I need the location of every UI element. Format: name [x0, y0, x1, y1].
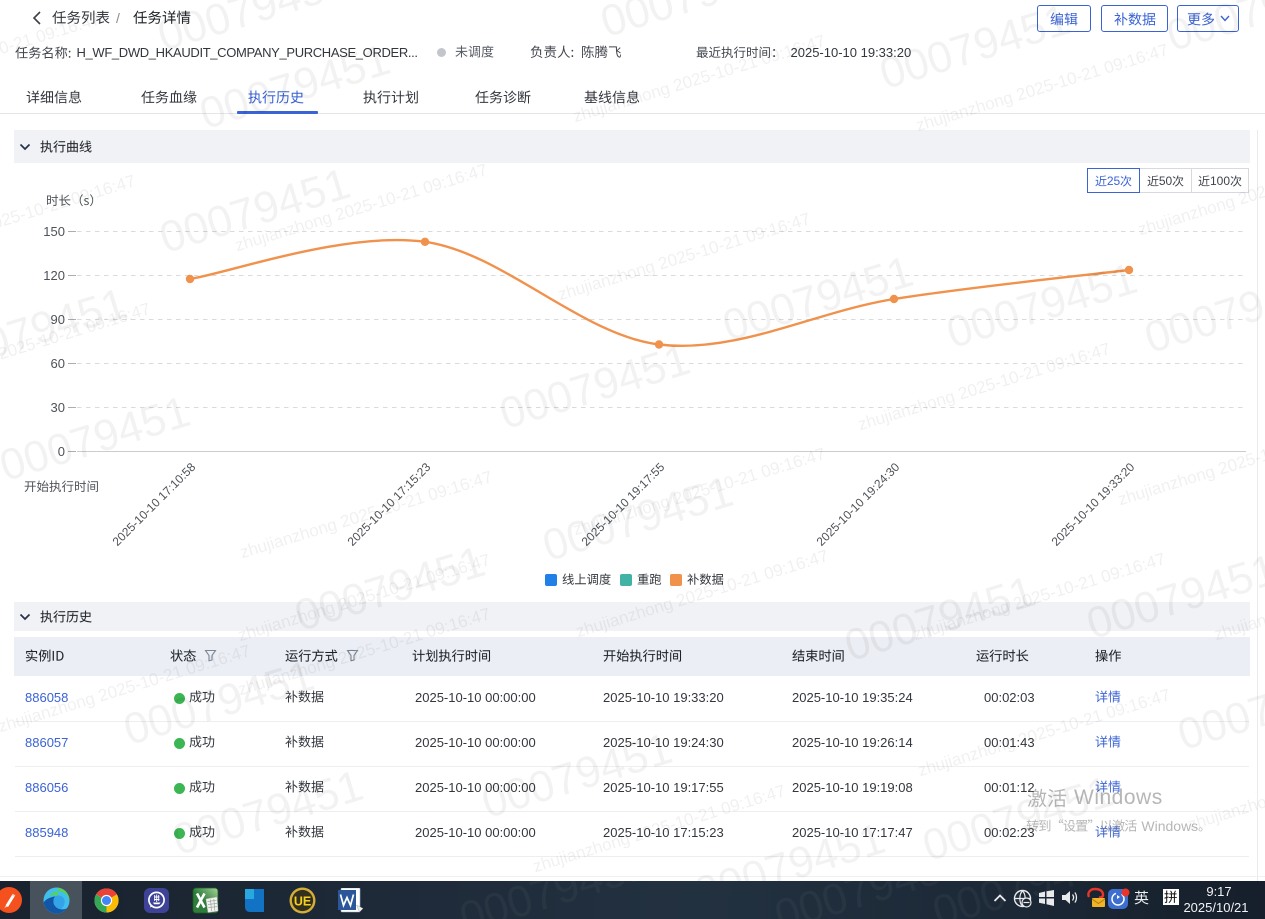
svg-text:UE: UE	[294, 894, 311, 908]
